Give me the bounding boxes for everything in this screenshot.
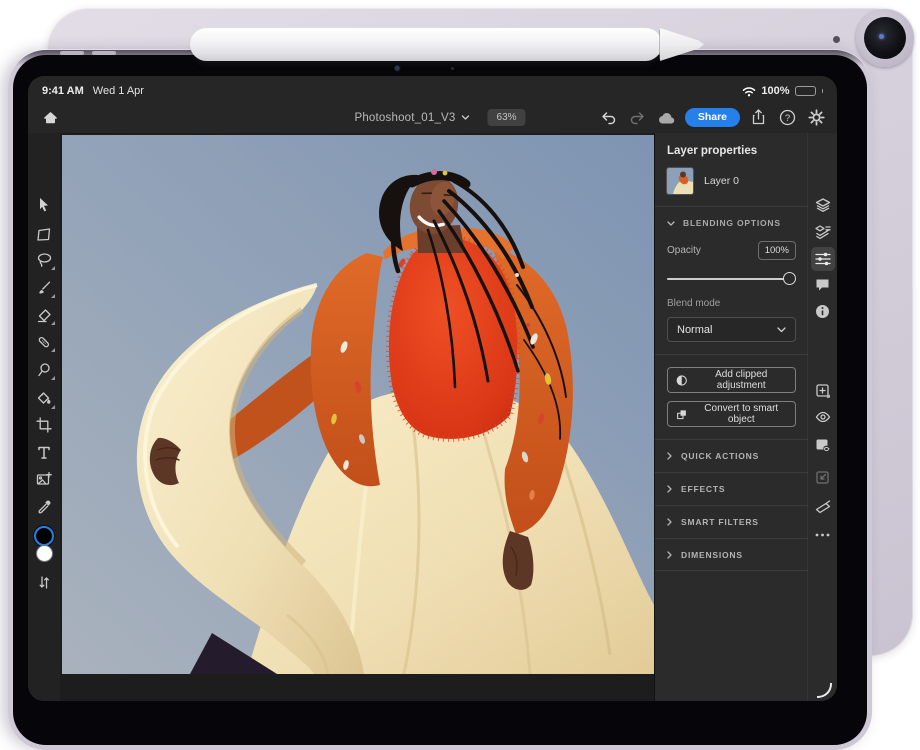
settings-gear-icon[interactable]	[805, 107, 827, 129]
eyedropper-tool-icon[interactable]	[35, 498, 53, 516]
blend-mode-select[interactable]: Normal	[667, 317, 796, 342]
add-layer-icon[interactable]	[811, 379, 835, 403]
adjustment-icon	[676, 374, 687, 387]
convert-to-smart-object-button[interactable]: Convert to smart object	[667, 401, 796, 427]
section-smart-filters[interactable]: SMART FILTERS	[655, 505, 808, 538]
undo-button[interactable]	[598, 107, 620, 129]
status-date: Wed 1 Apr	[93, 85, 144, 97]
layer-preview-icon[interactable]	[811, 433, 835, 457]
wifi-icon	[741, 85, 756, 97]
swap-colors-icon[interactable]	[35, 573, 53, 591]
rear-microphone-dot	[833, 36, 840, 43]
add-clipped-adjustment-button[interactable]: Add clipped adjustment	[667, 367, 796, 393]
opacity-slider-handle[interactable]	[783, 272, 796, 285]
section-quick-actions[interactable]: QUICK ACTIONS	[655, 439, 808, 472]
adjustments-icon[interactable]	[811, 247, 835, 271]
chevron-right-icon	[667, 518, 672, 526]
battery-percent: 100%	[761, 85, 789, 97]
rear-camera-glint	[879, 34, 884, 39]
photo-canvas-image	[62, 135, 654, 674]
marketing-scene: 9:41 AM Wed 1 Apr 100% Photoshoot_01_V3 …	[0, 0, 920, 718]
info-icon[interactable]	[811, 299, 835, 323]
top-toolbar: Photoshoot_01_V3 63% Share	[28, 102, 837, 133]
healing-brush-tool-icon[interactable]	[35, 333, 53, 351]
layer-name[interactable]: Layer 0	[704, 175, 739, 187]
flatten-icon[interactable]	[811, 495, 835, 519]
chevron-down-icon	[777, 327, 786, 333]
chevron-down-icon	[667, 221, 675, 226]
brush-tool-icon[interactable]	[35, 279, 53, 297]
panel-switcher-strip	[808, 133, 837, 701]
transform-tool-icon[interactable]	[35, 225, 53, 243]
divider	[655, 354, 808, 355]
share-button[interactable]: Share	[685, 108, 740, 127]
opacity-slider[interactable]	[667, 272, 796, 286]
front-camera-icon	[394, 65, 401, 72]
front-sensor-dot	[451, 67, 454, 70]
svg-text:?: ?	[784, 113, 789, 124]
chevron-right-icon	[667, 452, 672, 460]
blend-mode-label: Blend mode	[667, 298, 796, 309]
eraser-tool-icon[interactable]	[35, 306, 53, 324]
move-tool-icon[interactable]	[35, 196, 53, 214]
app-screen: 9:41 AM Wed 1 Apr 100% Photoshoot_01_V3 …	[28, 76, 837, 701]
help-icon[interactable]: ?	[776, 107, 798, 129]
home-button[interactable]	[38, 106, 62, 130]
apple-pencil	[190, 28, 662, 61]
background-color-chip[interactable]	[36, 545, 53, 562]
document-title-group[interactable]: Photoshoot_01_V3 63%	[354, 102, 525, 133]
opacity-value-box[interactable]: 100%	[758, 241, 796, 260]
section-dimensions[interactable]: DIMENSIONS	[655, 538, 808, 571]
apple-pencil-seam	[659, 30, 660, 59]
section-effects[interactable]: EFFECTS	[655, 472, 808, 505]
opacity-label: Opacity	[667, 245, 701, 256]
document-canvas[interactable]	[60, 133, 655, 701]
visibility-eye-icon[interactable]	[811, 405, 835, 429]
export-icon[interactable]	[747, 107, 769, 129]
place-photo-tool-icon[interactable]	[35, 470, 53, 488]
blending-options-header[interactable]: BLENDING OPTIONS	[667, 218, 796, 228]
fill-tool-icon[interactable]	[35, 390, 53, 408]
layer-properties-icon[interactable]	[811, 220, 835, 244]
smart-object-icon	[676, 408, 688, 421]
tool-rail	[28, 133, 60, 701]
blend-mode-value: Normal	[677, 324, 712, 336]
layer-row[interactable]: Layer 0	[667, 168, 796, 194]
zoom-level-badge[interactable]: 63%	[488, 109, 526, 126]
battery-icon	[795, 86, 816, 96]
chevron-right-icon	[667, 551, 672, 559]
rear-camera-lens-icon	[864, 17, 906, 59]
lasso-tool-icon[interactable]	[35, 251, 53, 269]
clone-stamp-tool-icon[interactable]	[35, 361, 53, 379]
status-bar: 9:41 AM Wed 1 Apr 100%	[28, 76, 837, 102]
layer-properties-panel: Layer properties Layer 0 BLENDING OPTION…	[655, 133, 808, 701]
redo-button[interactable]	[627, 107, 649, 129]
divider	[655, 206, 808, 207]
cloud-sync-icon[interactable]	[656, 107, 678, 129]
chevron-down-icon	[462, 115, 470, 120]
type-tool-icon[interactable]	[35, 443, 53, 461]
more-options-icon[interactable]	[811, 523, 835, 547]
layers-icon[interactable]	[811, 193, 835, 217]
crop-tool-icon[interactable]	[35, 416, 53, 434]
panel-title: Layer properties	[667, 145, 796, 157]
status-time: 9:41 AM	[42, 85, 84, 97]
document-title[interactable]: Photoshoot_01_V3	[354, 112, 455, 124]
chevron-right-icon	[667, 485, 672, 493]
foreground-color-chip[interactable]	[34, 526, 54, 546]
place-embed-icon[interactable]	[811, 465, 835, 489]
layer-thumbnail[interactable]	[667, 168, 693, 194]
comments-icon[interactable]	[811, 273, 835, 297]
